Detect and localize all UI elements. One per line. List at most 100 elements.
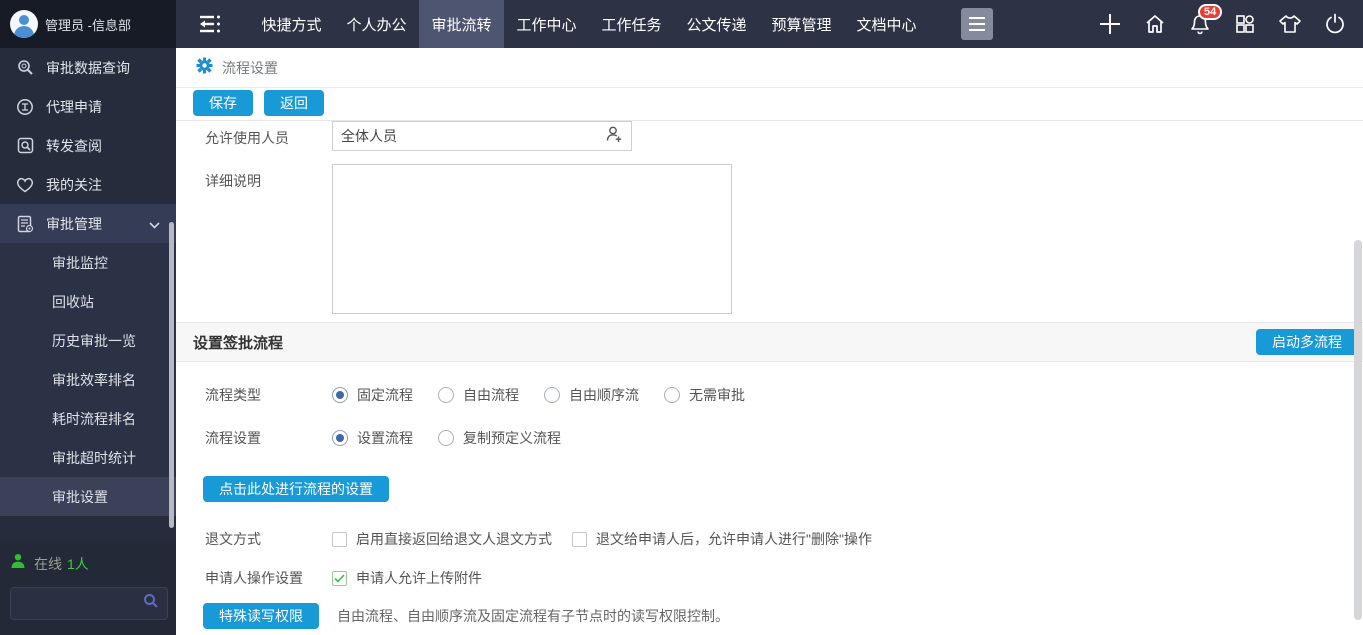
radio-icon[interactable] (332, 430, 348, 446)
online-label: 在线 (34, 554, 62, 574)
content-scrollbar[interactable] (1354, 240, 1362, 620)
proxy-apply-icon (16, 98, 34, 116)
sidebar-item-approval-data-query[interactable]: 审批数据查询 (0, 48, 176, 87)
radio-fixed-flow[interactable]: 固定流程 (332, 385, 413, 405)
submenu-item-efficiency-rank[interactable]: 审批效率排名 (0, 360, 176, 399)
sidebar-item-label: 审批数据查询 (46, 58, 130, 78)
sidebar-item-label: 审批管理 (46, 214, 102, 234)
radio-copy-predefined-flow[interactable]: 复制预定义流程 (438, 428, 561, 448)
approval-submenu: 审批监控 回收站 历史审批一览 审批效率排名 耗时流程排名 审批超时统计 审批设… (0, 243, 176, 516)
page-title: 流程设置 (222, 58, 278, 78)
sidebar-item-proxy-apply[interactable]: 代理申请 (0, 87, 176, 126)
return-doc-row: 退文方式 启用直接返回给退文人退文方式 退文给申请人后，允许申请人进行"删除"操… (176, 529, 1363, 549)
forward-view-icon (16, 137, 34, 155)
tab-work-center[interactable]: 工作中心 (504, 0, 589, 48)
toolbar: 保存 返回 (176, 88, 1363, 121)
submenu-label: 审批效率排名 (52, 370, 136, 390)
radio-icon[interactable] (664, 387, 680, 403)
allow-users-input[interactable] (341, 128, 605, 144)
radio-setup-flow[interactable]: 设置流程 (332, 428, 413, 448)
radio-icon[interactable] (438, 430, 454, 446)
notification-badge: 54 (1198, 4, 1222, 20)
checkbox-icon[interactable] (572, 532, 587, 547)
sidebar-item-forward-view[interactable]: 转发查阅 (0, 126, 176, 165)
multi-flow-button[interactable]: 启动多流程 (1256, 329, 1358, 355)
detail-textarea[interactable] (332, 164, 732, 314)
theme-shirt-icon[interactable] (1278, 12, 1302, 36)
sidebar-item-approval-manage[interactable]: 审批管理 (0, 204, 176, 243)
breadcrumb: 流程设置 (176, 48, 1363, 88)
power-icon[interactable] (1323, 12, 1347, 36)
sidebar-search-box (10, 587, 168, 620)
more-apps-icon[interactable] (961, 8, 993, 40)
checkbox-icon[interactable] (332, 532, 347, 547)
sidebar-item-label: 转发查阅 (46, 136, 102, 156)
allow-users-label: 允许使用人员 (205, 121, 332, 151)
tab-work-tasks[interactable]: 工作任务 (589, 0, 674, 48)
sidebar-search-input[interactable] (19, 596, 143, 611)
radio-icon[interactable] (544, 387, 560, 403)
submenu-label: 审批设置 (52, 487, 108, 507)
radio-icon[interactable] (438, 387, 454, 403)
search-data-icon (16, 59, 34, 77)
special-permission-desc: 自由流程、自由顺序流及固定流程有子节点时的读写权限控制。 (337, 606, 729, 626)
setup-flow-button[interactable]: 点击此处进行流程的设置 (203, 476, 389, 502)
search-icon[interactable] (143, 593, 159, 614)
submenu-item-timeout-stats[interactable]: 审批超时统计 (0, 438, 176, 477)
return-doc-label: 退文方式 (205, 529, 332, 549)
allow-users-field (332, 121, 632, 151)
submenu-item-history-approvals[interactable]: 历史审批一览 (0, 321, 176, 360)
topbar: 快捷方式 个人办公 审批流转 工作中心 工作任务 公文传递 预算管理 文档中心 (176, 0, 1363, 48)
checkbox-allow-upload[interactable]: 申请人允许上传附件 (332, 568, 482, 588)
radio-free-sequence-flow[interactable]: 自由顺序流 (544, 385, 639, 405)
flow-section-header: 设置签批流程 启动多流程 (176, 322, 1363, 362)
back-button[interactable]: 返回 (264, 90, 324, 116)
checkbox-direct-return[interactable]: 启用直接返回给退文人退文方式 (332, 529, 552, 549)
sidebar-scrollbar[interactable] (169, 222, 174, 528)
tab-shortcuts[interactable]: 快捷方式 (249, 0, 334, 48)
chevron-down-icon (149, 216, 160, 232)
home-icon[interactable] (1143, 12, 1167, 36)
bell-icon[interactable]: 54 (1188, 12, 1212, 36)
tab-personal-office[interactable]: 个人办公 (334, 0, 419, 48)
approval-manage-icon (16, 215, 34, 233)
sidebar: 管理员 -信息部 审批数据查询 代理申请 转发查阅 (0, 0, 176, 635)
tab-approval-flow[interactable]: 审批流转 (419, 0, 504, 48)
tab-document-transfer[interactable]: 公文传递 (674, 0, 759, 48)
submenu-label: 耗时流程排名 (52, 409, 136, 429)
online-area: 在线 1人 (0, 540, 176, 635)
submenu-label: 历史审批一览 (52, 331, 136, 351)
user-name: 管理员 -信息部 (45, 15, 131, 34)
apps-grid-icon[interactable] (1233, 12, 1257, 36)
online-user-icon (10, 553, 26, 574)
flow-section-title: 设置签批流程 (193, 332, 283, 353)
user-area[interactable]: 管理员 -信息部 (0, 0, 176, 48)
checkbox-checked-icon[interactable] (332, 571, 347, 586)
radio-icon[interactable] (332, 387, 348, 403)
sidebar-item-my-follow[interactable]: 我的关注 (0, 165, 176, 204)
sidebar-item-label: 代理申请 (46, 97, 102, 117)
online-count: 1人 (67, 554, 89, 574)
radio-no-approval[interactable]: 无需审批 (664, 385, 745, 405)
heart-icon (16, 176, 34, 194)
special-permission-row: 特殊读写权限 自由流程、自由顺序流及固定流程有子节点时的读写权限控制。 (176, 603, 1363, 629)
checkbox-allow-delete[interactable]: 退文给申请人后，允许申请人进行"删除"操作 (572, 529, 872, 549)
flow-type-label: 流程类型 (205, 385, 332, 405)
avatar (10, 10, 38, 38)
plus-icon[interactable] (1098, 12, 1122, 36)
special-permission-button[interactable]: 特殊读写权限 (203, 603, 319, 629)
radio-free-flow[interactable]: 自由流程 (438, 385, 519, 405)
submenu-item-recycle-bin[interactable]: 回收站 (0, 282, 176, 321)
submenu-item-approval-monitor[interactable]: 审批监控 (0, 243, 176, 282)
submenu-item-time-rank[interactable]: 耗时流程排名 (0, 399, 176, 438)
add-person-icon[interactable] (605, 125, 623, 148)
submenu-item-approval-settings[interactable]: 审批设置 (0, 477, 176, 516)
setup-flow-row: 点击此处进行流程的设置 (176, 476, 1363, 502)
tab-doc-center[interactable]: 文档中心 (844, 0, 929, 48)
save-button[interactable]: 保存 (193, 90, 253, 116)
detail-label: 详细说明 (205, 164, 332, 314)
app-root: 管理员 -信息部 审批数据查询 代理申请 转发查阅 (0, 0, 1363, 635)
collapse-menu-icon[interactable] (193, 10, 225, 38)
tab-budget-manage[interactable]: 预算管理 (759, 0, 844, 48)
submenu-label: 审批监控 (52, 253, 108, 273)
